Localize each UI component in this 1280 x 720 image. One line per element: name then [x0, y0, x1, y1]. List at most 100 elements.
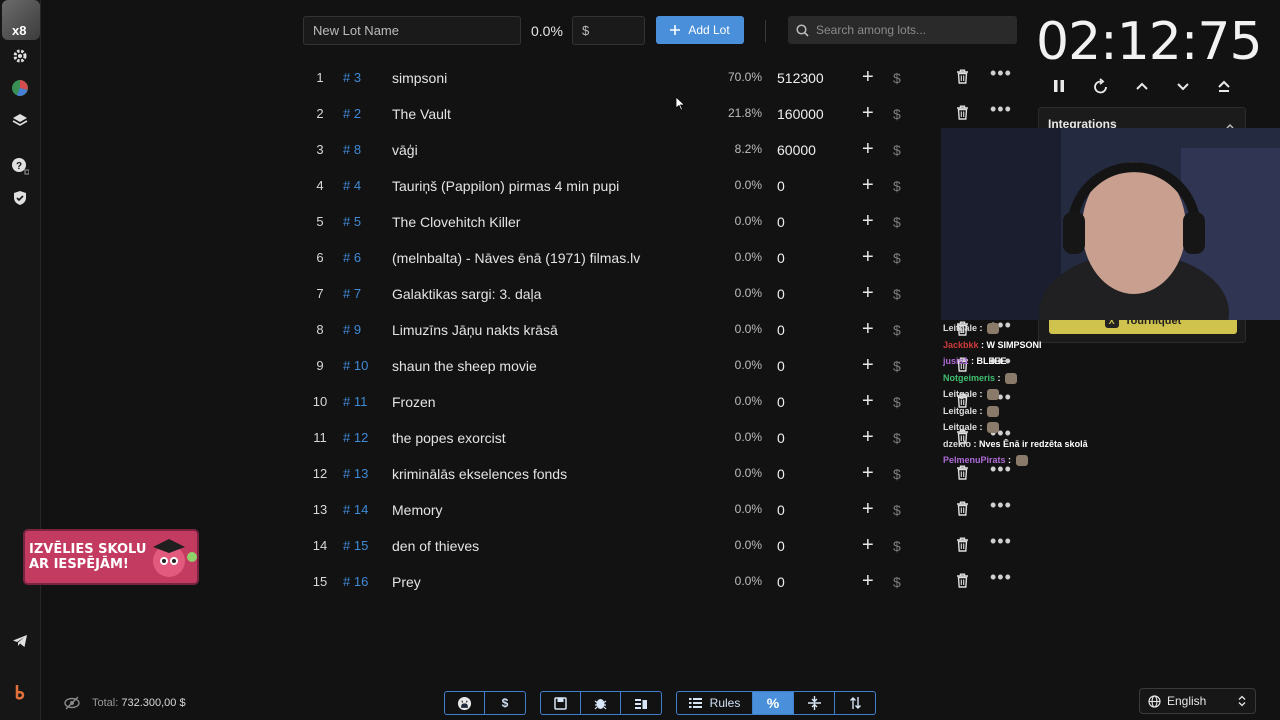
dollar-icon[interactable]: $ [893, 178, 901, 194]
dollar-icon[interactable]: $ [893, 394, 901, 410]
lot-name[interactable]: vāģi [392, 142, 418, 158]
lot-id-link[interactable]: # 6 [343, 250, 361, 265]
clear-lots-button[interactable] [621, 691, 662, 715]
lot-id-link[interactable]: # 12 [343, 430, 368, 445]
save-button[interactable] [540, 691, 581, 715]
lot-name[interactable]: Tauriņš (Pappilon) pirmas 4 min pupi [392, 178, 619, 194]
add-amount-button[interactable]: + [862, 67, 874, 87]
lot-name-input[interactable] [303, 16, 521, 45]
lot-amount[interactable]: 0 [777, 502, 785, 518]
add-amount-button[interactable]: + [862, 319, 874, 339]
dollar-icon[interactable]: $ [893, 142, 901, 158]
lot-amount[interactable]: 0 [777, 430, 785, 446]
lot-amount[interactable]: 0 [777, 358, 785, 374]
lot-id-link[interactable]: # 13 [343, 466, 368, 481]
settings-icon[interactable] [8, 44, 32, 68]
reset-button[interactable] [1092, 78, 1110, 101]
lot-id-link[interactable]: # 5 [343, 214, 361, 229]
lot-row[interactable]: 6 # 6 (melnbalta) - Nāves ēnā (1971) filma… [305, 240, 1017, 276]
more-options-icon[interactable]: ••• [990, 63, 1012, 84]
trash-icon[interactable] [956, 537, 969, 555]
compact-view-button[interactable] [794, 691, 835, 715]
lot-id-link[interactable]: # 15 [343, 538, 368, 553]
more-options-icon[interactable]: ••• [990, 99, 1012, 120]
dollar-icon[interactable]: $ [893, 286, 901, 302]
dollar-icon[interactable]: $ [893, 70, 901, 86]
lot-amount[interactable]: 160000 [777, 106, 824, 122]
lot-amount[interactable]: 0 [777, 178, 785, 194]
add-amount-button[interactable]: + [862, 103, 874, 123]
lot-row[interactable]: 2 # 2 The Vault 21.8% 160000 + $ ••• [305, 96, 1017, 132]
lot-row[interactable]: 10 # 11 Frozen 0.0% 0 + $ ••• [305, 384, 1017, 420]
dollar-icon[interactable]: $ [893, 538, 901, 554]
lot-amount[interactable]: 0 [777, 286, 785, 302]
lot-id-link[interactable]: # 14 [343, 502, 368, 517]
lot-amount[interactable]: 0 [777, 574, 785, 590]
lot-row[interactable]: 3 # 8 vāģi 8.2% 60000 + $ [305, 132, 1017, 168]
more-options-icon[interactable]: ••• [990, 495, 1012, 516]
more-options-icon[interactable]: ••• [990, 531, 1012, 552]
lot-amount[interactable]: 0 [777, 250, 785, 266]
lot-name[interactable]: simpsoni [392, 70, 447, 86]
lot-id-link[interactable]: # 4 [343, 178, 361, 193]
layers-icon[interactable] [8, 108, 32, 132]
add-amount-button[interactable]: + [862, 463, 874, 483]
lot-amount[interactable]: 0 [777, 322, 785, 338]
add-amount-button[interactable]: + [862, 355, 874, 375]
dollar-icon[interactable]: $ [893, 106, 901, 122]
lot-id-link[interactable]: # 9 [343, 322, 361, 337]
lot-name[interactable]: the popes exorcist [392, 430, 506, 446]
add-amount-button[interactable]: + [862, 391, 874, 411]
add-amount-button[interactable]: + [862, 247, 874, 267]
dollar-icon[interactable]: $ [893, 502, 901, 518]
add-amount-button[interactable]: + [862, 139, 874, 159]
lot-row[interactable]: 5 # 5 The Clovehitch Killer 0.0% 0 + $ [305, 204, 1017, 240]
add-amount-button[interactable]: + [862, 283, 874, 303]
lot-row[interactable]: 13 # 14 Memory 0.0% 0 + $ ••• [305, 492, 1017, 528]
lot-name[interactable]: The Clovehitch Killer [392, 214, 520, 230]
lot-amount[interactable]: 512300 [777, 70, 824, 86]
trash-icon[interactable] [956, 501, 969, 519]
telegram-icon[interactable] [8, 629, 32, 653]
percent-toggle-button[interactable]: % [753, 691, 794, 715]
pie-chart-icon[interactable] [8, 76, 32, 100]
lot-amount[interactable]: 0 [777, 538, 785, 554]
lot-id-link[interactable]: # 3 [343, 70, 361, 85]
help-icon[interactable]: ? [8, 154, 32, 178]
dollar-icon[interactable]: $ [893, 574, 901, 590]
lot-name[interactable]: The Vault [392, 106, 451, 122]
lot-name[interactable]: Frozen [392, 394, 436, 410]
lot-name[interactable]: Memory [392, 502, 443, 518]
lot-id-link[interactable]: # 16 [343, 574, 368, 589]
avatar[interactable]: x8 [2, 0, 40, 40]
lot-row[interactable]: 11 # 12 the popes exorcist 0.0% 0 + $ ••• [305, 420, 1017, 456]
sort-button[interactable] [835, 691, 876, 715]
donate-button[interactable]: $ [485, 691, 526, 715]
lot-row[interactable]: 8 # 9 Limuzīns Jāņu nakts krāsā 0.0% 0 + $ ••• [305, 312, 1017, 348]
dollar-icon[interactable]: $ [893, 322, 901, 338]
lot-row[interactable]: 7 # 7 Galaktikas sargi: 3. daļa 0.0% 0 + $ [305, 276, 1017, 312]
trash-icon[interactable] [956, 573, 969, 591]
rules-button[interactable]: Rules [676, 691, 753, 715]
lot-name[interactable]: Galaktikas sargi: 3. daļa [392, 286, 541, 302]
lot-id-link[interactable]: # 11 [343, 394, 367, 409]
lot-amount[interactable]: 0 [777, 214, 785, 230]
lot-amount[interactable]: 0 [777, 394, 785, 410]
add-amount-button[interactable]: + [862, 499, 874, 519]
lot-name[interactable]: den of thieves [392, 538, 479, 554]
lot-id-link[interactable]: # 2 [343, 106, 361, 121]
add-amount-button[interactable]: + [862, 175, 874, 195]
lot-name[interactable]: kriminālās ekselences fonds [392, 466, 567, 482]
lot-name[interactable]: (melnbalta) - Nāves ēnā (1971) filmas.lv [392, 250, 640, 266]
search-input[interactable] [816, 23, 1006, 37]
dollar-icon[interactable]: $ [893, 358, 901, 374]
lot-amount[interactable]: 0 [777, 466, 785, 482]
lot-name[interactable]: Prey [392, 574, 421, 590]
lot-row[interactable]: 9 # 10 shaun the sheep movie 0.0% 0 + $ ••• [305, 348, 1017, 384]
lot-row[interactable]: 15 # 16 Prey 0.0% 0 + $ ••• [305, 564, 1017, 600]
lot-amount[interactable]: 60000 [777, 142, 816, 158]
dollar-icon[interactable]: $ [893, 214, 901, 230]
eye-off-icon[interactable] [64, 696, 80, 715]
lot-row[interactable]: 4 # 4 Tauriņš (Pappilon) pirmas 4 min pupi… [305, 168, 1017, 204]
more-options-icon[interactable]: ••• [990, 567, 1012, 588]
